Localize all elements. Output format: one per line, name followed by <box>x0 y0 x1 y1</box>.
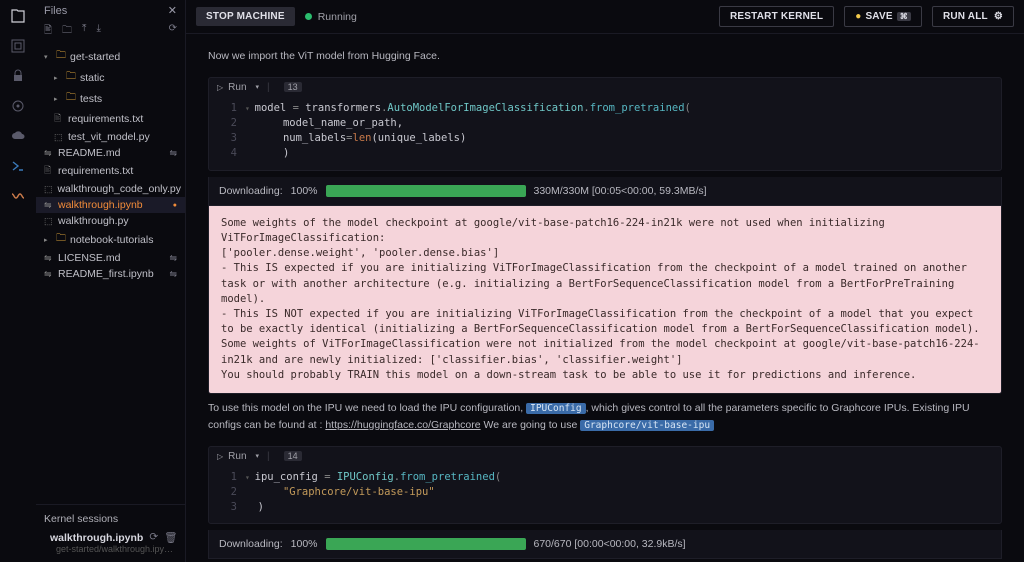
link[interactable]: https://huggingface.co/Graphcore <box>325 419 480 431</box>
gear-icon[interactable]: ⚙ <box>994 11 1003 22</box>
stop-machine-button[interactable]: STOP MACHINE <box>196 7 295 26</box>
folder-item[interactable]: ▸🗀tests <box>36 88 185 109</box>
download-icon[interactable]: ⤓ <box>96 23 100 40</box>
file-item[interactable]: ⇋LICENSE.md⇋ <box>36 250 185 266</box>
warning-output: Some weights of the model checkpoint at … <box>208 206 1002 394</box>
save-button[interactable]: ●SAVE⌘ <box>844 6 922 27</box>
progress-label: Downloading: <box>219 538 283 550</box>
file-toolbar: 🖹 🗀 ⤒ ⤓ ⟳ <box>36 21 185 46</box>
restart-kernel-button[interactable]: RESTART KERNEL <box>719 6 834 27</box>
top-bar: STOP MACHINE Running RESTART KERNEL ●SAV… <box>186 0 1024 34</box>
run-cell-button[interactable]: ▷Run▾ <box>217 82 259 93</box>
file-panel: Files ✕ 🖹 🗀 ⤒ ⤓ ⟳ ▾🗀get-started▸🗀static▸… <box>36 0 186 562</box>
status-text: Running <box>318 11 357 23</box>
wave-icon[interactable] <box>10 188 26 204</box>
status-dot-icon <box>305 13 312 20</box>
markdown-cell[interactable]: To use this model on the IPU we need to … <box>208 400 1002 434</box>
lock-icon[interactable] <box>10 68 26 84</box>
progress-pct: 100% <box>291 185 318 197</box>
restart-kernel-icon[interactable]: ⟳ <box>149 531 158 544</box>
run-all-button[interactable]: RUN ALL ⚙ <box>932 6 1014 27</box>
progress-label: Downloading: <box>219 185 283 197</box>
run-cell-button[interactable]: ▷Run▾ <box>217 451 259 462</box>
file-panel-title: Files <box>44 5 67 17</box>
kernel-name: walkthrough.ipynb <box>50 532 143 544</box>
output-progress: Downloading: 100% 330M/330M [00:05<00:00… <box>208 177 1002 206</box>
files-icon[interactable] <box>10 8 26 24</box>
exec-count: 13 <box>284 82 302 92</box>
code-cell[interactable]: ▷Run▾ | 13 1▾ model = transformers.AutoM… <box>208 77 1002 171</box>
chip: Graphcore/vit-base-ipu <box>580 420 714 431</box>
file-item[interactable]: 🖹requirements.txt <box>36 161 185 181</box>
main: STOP MACHINE Running RESTART KERNEL ●SAV… <box>186 0 1024 562</box>
file-item[interactable]: ⇋walkthrough.ipynb <box>36 197 185 213</box>
close-icon[interactable]: ✕ <box>168 4 177 17</box>
file-item[interactable]: ⇋README.md⇋ <box>36 145 185 161</box>
exec-count: 14 <box>284 451 302 461</box>
file-item[interactable]: ⬚walkthrough.py <box>36 213 185 229</box>
new-file-icon[interactable]: 🖹 <box>44 23 52 40</box>
refresh-icon[interactable]: ⟳ <box>169 23 177 40</box>
chip: IPUConfig <box>526 403 585 414</box>
markdown-cell[interactable]: Now we import the ViT model from Hugging… <box>208 48 1002 65</box>
progress-bar <box>326 538 526 550</box>
folder-item[interactable]: ▸🗀static <box>36 67 185 88</box>
progress-bar <box>326 185 526 197</box>
file-item[interactable]: ⬚walkthrough_code_only.py <box>36 181 185 197</box>
file-item[interactable]: ⬚test_vit_model.py <box>36 129 185 145</box>
delete-kernel-icon[interactable]: 🗑 <box>164 531 177 544</box>
kernel-sessions: Kernel sessions walkthrough.ipynb ⟳ 🗑 ge… <box>36 504 185 562</box>
folder-item[interactable]: ▾🗀get-started <box>36 46 185 67</box>
kernel-item[interactable]: walkthrough.ipynb ⟳ 🗑 <box>44 531 177 544</box>
new-folder-icon[interactable]: 🗀 <box>62 23 72 40</box>
folder-item[interactable]: ▸🗀notebook-tutorials <box>36 229 185 250</box>
progress-pct: 100% <box>291 538 318 550</box>
file-tree: ▾🗀get-started▸🗀static▸🗀tests🖹requirement… <box>36 46 185 504</box>
code-cell[interactable]: ▷Run▾ | 14 1▾ ipu_config = IPUConfig.fro… <box>208 446 1002 525</box>
machine-status: Running <box>305 11 357 23</box>
file-item[interactable]: ⇋README_first.ipynb⇋ <box>36 266 185 282</box>
code-block[interactable]: 1▾ model = transformers.AutoModelForImag… <box>209 97 1001 170</box>
cloud-icon[interactable] <box>10 128 26 144</box>
notebook[interactable]: Now we import the ViT model from Hugging… <box>186 34 1024 562</box>
file-item[interactable]: 🖹requirements.txt <box>36 109 185 129</box>
logo-icon[interactable] <box>10 158 26 174</box>
progress-stats: 330M/330M [00:05<00:00, 59.3MB/s] <box>534 185 707 197</box>
kernel-path: get-started/walkthrough.ipy… <box>44 544 177 554</box>
progress-stats: 670/670 [00:00<00:00, 32.9kB/s] <box>534 538 686 550</box>
activity-bar <box>0 0 36 562</box>
kernel-sessions-title: Kernel sessions <box>44 513 177 525</box>
output-progress: Downloading: 100% 670/670 [00:00<00:00, … <box>208 530 1002 559</box>
code-block[interactable]: 1▾ ipu_config = IPUConfig.from_pretraine… <box>209 466 1001 524</box>
target-icon[interactable] <box>10 98 26 114</box>
view-icon[interactable] <box>10 38 26 54</box>
upload-icon[interactable]: ⤒ <box>82 23 86 40</box>
